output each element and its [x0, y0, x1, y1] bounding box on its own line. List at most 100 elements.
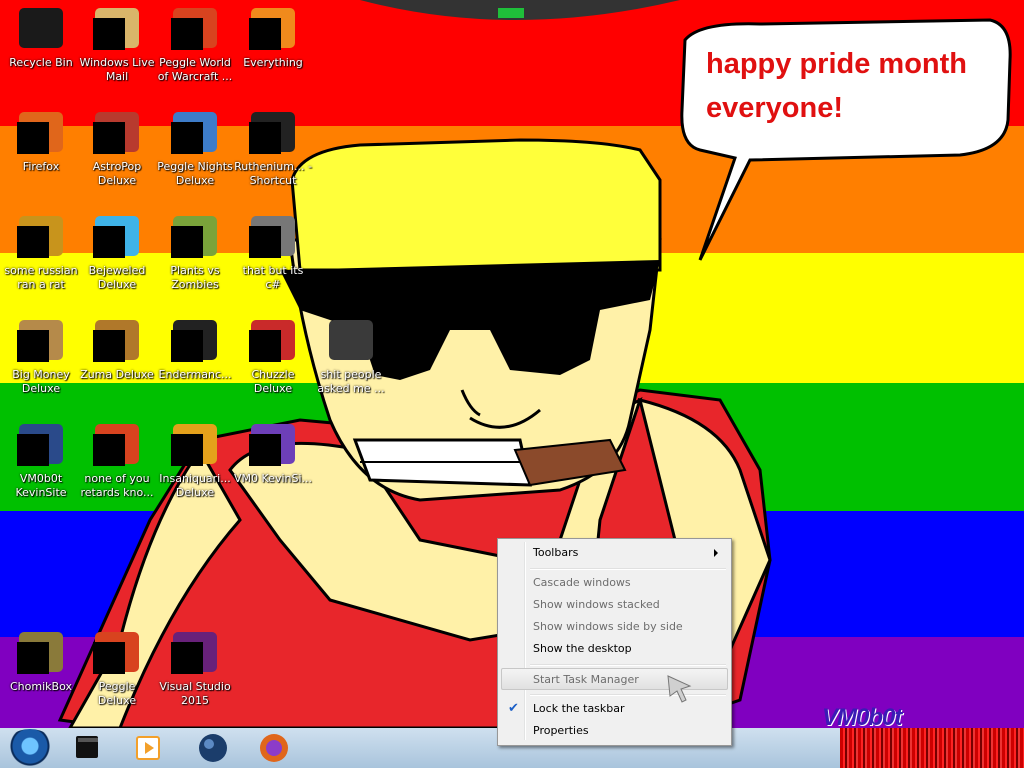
desktop-icon[interactable]: Bejeweled Deluxe [78, 214, 156, 292]
plant-icon [171, 214, 219, 262]
taskbar-app-1[interactable] [64, 730, 112, 766]
desktop-icon[interactable]: some russian ran a rat [2, 214, 80, 292]
recycle-bin-icon [17, 6, 65, 54]
redaction-box [93, 434, 125, 466]
desktop-icon[interactable]: Endermanc... [156, 318, 234, 382]
frog-icon [93, 318, 141, 366]
speech-text: happy pride month everyone! [706, 42, 967, 130]
money-bag-icon [17, 318, 65, 366]
desktop-icon[interactable]: VM0b0t KevinSite [2, 422, 80, 500]
desktop-icon[interactable]: Visual Studio 2015 [156, 630, 234, 708]
start-orb-icon[interactable] [4, 729, 56, 767]
desktop-icon-label: Windows Live Mail [79, 56, 155, 83]
desktop-icon[interactable]: Chuzzle Deluxe [234, 318, 312, 396]
top-green-dots [498, 8, 524, 18]
desktop-icon-label: Ruthenium... - Shortcut [234, 160, 312, 187]
checkmark-icon: ✔ [508, 701, 519, 716]
desktop-icon-label: some russian ran a rat [4, 264, 78, 291]
menu-item-show-windows-stacked[interactable]: Show windows stacked [501, 594, 728, 616]
desktop-icon[interactable]: Everything [234, 6, 312, 70]
redaction-box [249, 18, 281, 50]
desktop-icon[interactable]: Ruthenium... - Shortcut [234, 110, 312, 188]
desktop-icon[interactable]: Zuma Deluxe [78, 318, 156, 382]
menu-item-toolbars[interactable]: Toolbars [501, 542, 728, 564]
menu-item-label: Cascade windows [533, 576, 631, 589]
peggle-icon [171, 6, 219, 54]
menu-item-show-windows-side-by-side[interactable]: Show windows side by side [501, 616, 728, 638]
code-icon [17, 422, 65, 470]
redaction-box [93, 330, 125, 362]
desktop-icon-label: Zuma Deluxe [80, 368, 154, 381]
redaction-box [171, 330, 203, 362]
redaction-box [17, 226, 49, 258]
desktop-icon-label: Visual Studio 2015 [159, 680, 231, 707]
desktop-icon[interactable]: Peggle Deluxe [78, 630, 156, 708]
terminal-icon [249, 110, 297, 158]
desktop-icon[interactable]: Recycle Bin [2, 6, 80, 70]
file-icon [17, 214, 65, 262]
desktop-icon[interactable]: Windows Live Mail [78, 6, 156, 84]
redaction-box [17, 330, 49, 362]
menu-item-properties[interactable]: Properties [501, 720, 728, 742]
game-icon [93, 422, 141, 470]
redaction-box [93, 642, 125, 674]
taskbar-media-player[interactable] [124, 730, 172, 766]
peggle-icon [93, 630, 141, 678]
desktop-icon-label: ChomikBox [10, 680, 72, 693]
redaction-box [249, 434, 281, 466]
mouse-cursor-icon [667, 675, 692, 703]
desktop-icon-label: that but its c# [242, 264, 304, 291]
desktop-icon[interactable]: Big Money Deluxe [2, 318, 80, 396]
taskbar-firefox[interactable] [250, 730, 298, 766]
menu-item-label: Lock the taskbar [533, 702, 625, 715]
desktop-icon-label: Peggle Deluxe [97, 680, 137, 707]
desktop-icon-label: Peggle World of Warcraft ... [157, 56, 233, 83]
redaction-box [171, 642, 203, 674]
redaction-box [93, 226, 125, 258]
redaction-box [249, 226, 281, 258]
desktop-icon-label: shit people asked me ... [317, 368, 385, 395]
speech-line-1: happy pride month [706, 48, 967, 80]
desktop-icon[interactable]: ChomikBox [2, 630, 80, 694]
redaction-box [171, 434, 203, 466]
hair [290, 138, 662, 272]
menu-item-cascade-windows[interactable]: Cascade windows [501, 572, 728, 594]
desktop-icon-label: Insaniquari... Deluxe [159, 472, 231, 499]
desktop-icon-label: Plants vs Zombies [170, 264, 220, 291]
desktop-icon-label: AstroPop Deluxe [92, 160, 142, 187]
visual-studio-icon [171, 630, 219, 678]
desktop-icon[interactable]: Peggle World of Warcraft ... [156, 6, 234, 84]
window-icon [76, 736, 98, 758]
desktop-icon[interactable]: VM0 KevinSi... [234, 422, 312, 486]
taskbar-app-3[interactable] [189, 730, 237, 766]
redaction-box [17, 434, 49, 466]
desktop-icon[interactable]: Insaniquari... Deluxe [156, 422, 234, 500]
desktop-icon[interactable]: AstroPop Deluxe [78, 110, 156, 188]
submenu-arrow-icon [714, 549, 718, 557]
redaction-box [93, 122, 125, 154]
desktop-icon[interactable]: none of you retards kno... [78, 422, 156, 500]
menu-item-label: Properties [533, 724, 589, 737]
desktop-icon[interactable]: that but its c# [234, 214, 312, 292]
desktop-icon-label: Recycle Bin [9, 56, 73, 69]
desktop-icon-label: Peggle Nights Deluxe [157, 160, 233, 187]
game-icon [93, 110, 141, 158]
desktop-icon-label: Endermanc... [158, 368, 232, 381]
desktop-icon[interactable]: Peggle Nights Deluxe [156, 110, 234, 188]
firefox-icon [260, 734, 288, 762]
folder-icon [327, 318, 375, 366]
menu-item-show-the-desktop[interactable]: Show the desktop [501, 638, 728, 660]
redaction-box [171, 122, 203, 154]
menu-item-label: Show windows stacked [533, 598, 660, 611]
desktop-icon[interactable]: shit people asked me ... [312, 318, 390, 396]
desktop-icon[interactable]: Firefox [2, 110, 80, 174]
desktop-icon-label: Everything [243, 56, 303, 69]
search-icon [249, 6, 297, 54]
redaction-box [17, 122, 49, 154]
redaction-box [17, 642, 49, 674]
desktop-icon[interactable]: Plants vs Zombies [156, 214, 234, 292]
hamster-icon [17, 630, 65, 678]
redaction-box [249, 122, 281, 154]
menu-item-label: Show the desktop [533, 642, 632, 655]
globe-icon [199, 734, 227, 762]
